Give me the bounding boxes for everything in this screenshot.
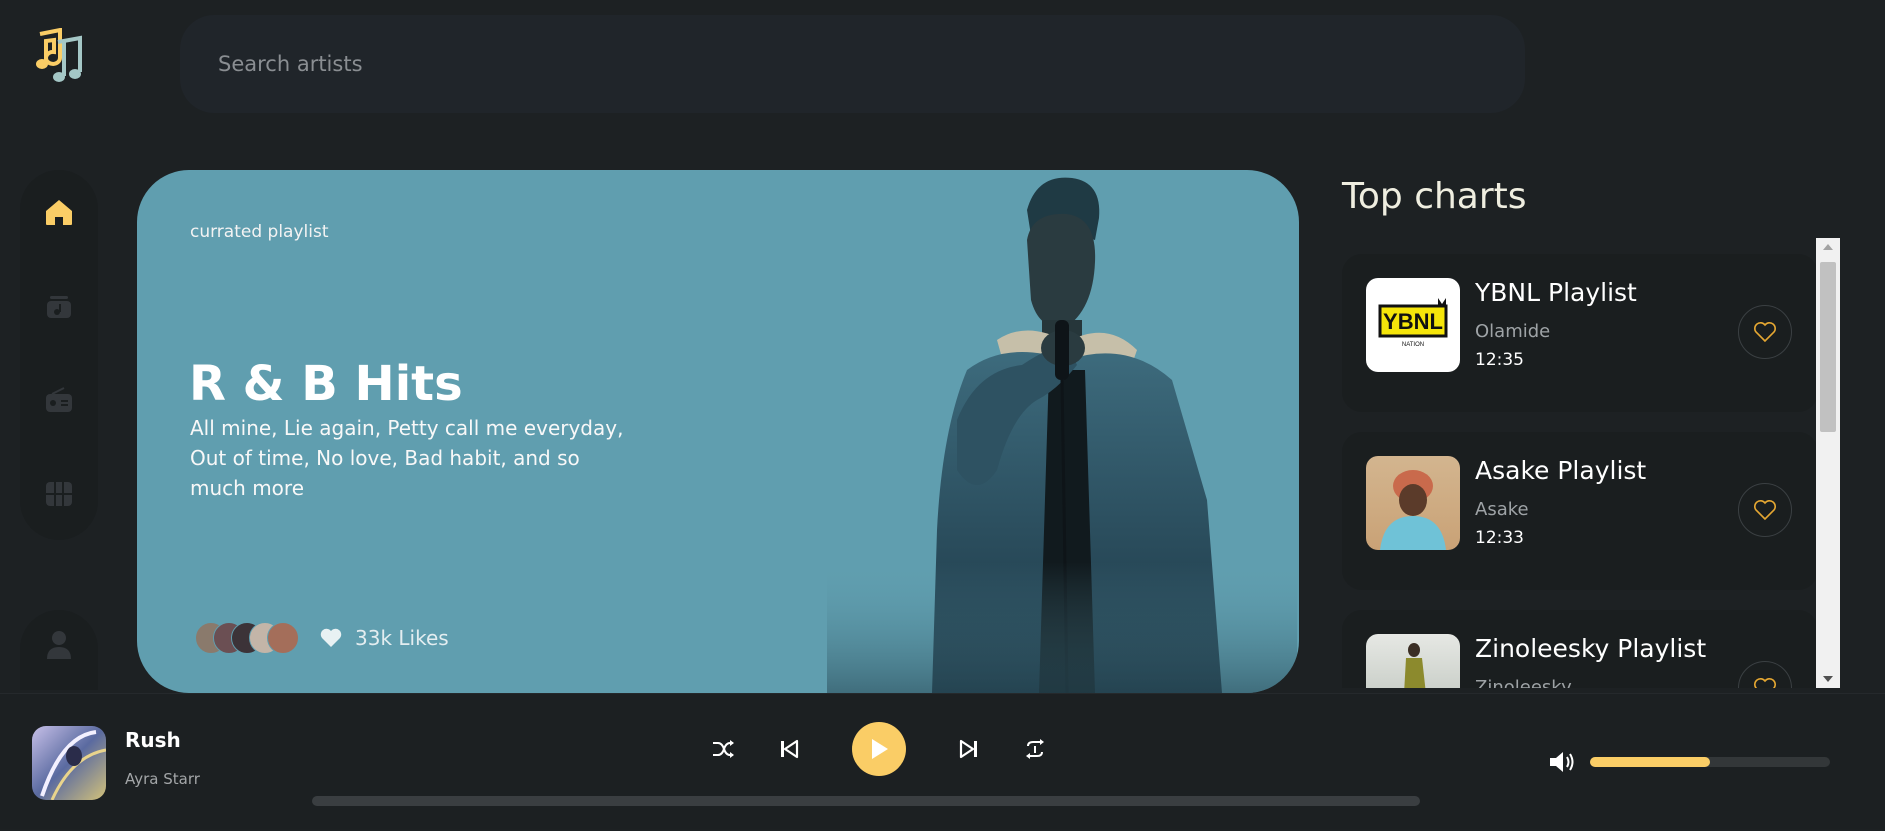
sidebar-item-playlist[interactable] — [41, 288, 77, 324]
repeat-button[interactable] — [1020, 734, 1050, 764]
sidebar-item-videos[interactable] — [41, 476, 77, 512]
shuffle-icon — [713, 740, 734, 758]
search-bar[interactable] — [180, 15, 1525, 113]
volume-icon[interactable] — [1548, 750, 1576, 774]
heart-outline-icon — [1754, 500, 1776, 521]
liker-avatars — [195, 622, 299, 654]
chart-artist: Olamide — [1475, 321, 1551, 342]
ybnl-logo-sub: NATION — [1402, 342, 1424, 348]
chart-card-zinoleesky[interactable]: Zinoleesky Playlist Zinoleesky — [1342, 610, 1818, 688]
chart-card-ybnl[interactable]: YBNL NATION YBNL Playlist Olamide 12:35 — [1342, 254, 1818, 412]
hero-description: All mine, Lie again, Petty call me every… — [190, 416, 624, 500]
chart-thumbnail — [1366, 456, 1460, 550]
radio-icon — [46, 387, 72, 412]
next-button[interactable] — [954, 734, 984, 764]
sidebar-nav — [20, 170, 98, 540]
playback-controls — [690, 722, 1068, 776]
top-charts-title: Top charts — [1342, 176, 1527, 217]
chart-name: YBNL Playlist — [1475, 278, 1637, 307]
home-icon — [46, 200, 72, 225]
heart-outline-icon — [1754, 678, 1776, 688]
previous-button[interactable] — [774, 734, 804, 764]
like-button[interactable] — [1738, 305, 1792, 359]
sidebar-item-home[interactable] — [41, 194, 77, 230]
scroll-up-arrow[interactable] — [1816, 238, 1840, 256]
play-button[interactable] — [852, 722, 906, 776]
heart-outline-icon — [1754, 322, 1776, 343]
sidebar-item-radio[interactable] — [41, 382, 77, 418]
ybnl-logo-text: YBNL — [1383, 309, 1443, 334]
likes-count: 33k Likes — [355, 626, 449, 650]
shuffle-button[interactable] — [708, 734, 738, 764]
hero-tag: currated playlist — [190, 222, 329, 242]
skip-forward-icon — [959, 739, 977, 759]
play-icon — [872, 739, 888, 759]
chart-card-asake[interactable]: Asake Playlist Asake 12:33 — [1342, 432, 1818, 590]
chart-artist: Asake — [1475, 499, 1529, 520]
playlist-icon — [47, 296, 71, 318]
top-charts-list: YBNL NATION YBNL Playlist Olamide 12:35 — [1342, 254, 1818, 688]
hero-banner[interactable]: currated playlist R & B Hits All mine, L… — [137, 170, 1299, 693]
chart-name: Asake Playlist — [1475, 456, 1647, 485]
volume-slider-fill — [1590, 757, 1710, 767]
chart-duration: 12:33 — [1475, 528, 1524, 548]
videos-icon — [46, 482, 72, 506]
scroll-down-arrow[interactable] — [1816, 670, 1840, 688]
chart-duration: 12:35 — [1475, 350, 1524, 370]
hero-likes: 33k Likes — [195, 622, 449, 654]
skip-back-icon — [781, 739, 799, 759]
scrollbar-thumb[interactable] — [1820, 262, 1836, 432]
avatar — [267, 622, 299, 654]
heart-icon[interactable] — [319, 626, 343, 650]
playback-progress[interactable] — [312, 796, 1420, 806]
now-playing-title: Rush — [125, 728, 181, 752]
chart-artist: Zinoleesky — [1475, 677, 1572, 688]
volume-slider[interactable] — [1590, 757, 1830, 767]
chart-thumbnail: YBNL NATION — [1366, 278, 1460, 372]
sidebar-item-profile[interactable] — [20, 610, 98, 690]
charts-scrollbar[interactable] — [1816, 238, 1840, 688]
like-button[interactable] — [1738, 483, 1792, 537]
search-input[interactable] — [218, 52, 1525, 76]
like-button[interactable] — [1738, 661, 1792, 688]
now-playing-artist: Ayra Starr — [125, 770, 200, 788]
now-playing-artwork — [32, 726, 106, 800]
app-logo — [34, 27, 90, 84]
player-bar: Rush Ayra Starr — [0, 693, 1885, 829]
top-charts-panel: YBNL NATION YBNL Playlist Olamide 12:35 — [1342, 238, 1840, 688]
chart-thumbnail — [1366, 634, 1460, 688]
hero-artist-image — [827, 170, 1297, 693]
chart-name: Zinoleesky Playlist — [1475, 634, 1707, 663]
hero-title: R & B Hits — [189, 356, 463, 412]
repeat-one-icon — [1026, 739, 1044, 759]
profile-icon — [47, 631, 71, 659]
